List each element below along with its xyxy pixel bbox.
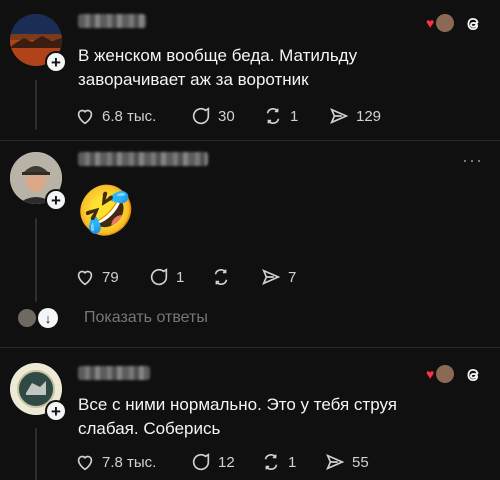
post-badges: ♥ <box>426 14 455 32</box>
comment-button[interactable]: 12 <box>190 451 235 473</box>
divider <box>0 140 500 141</box>
post-text: В женском вообще беда. Матильду заворачи… <box>78 46 358 89</box>
share-button[interactable]: 55 <box>324 451 369 473</box>
comment-count: 1 <box>176 268 185 286</box>
reply-avatar-mini <box>18 309 36 327</box>
send-icon <box>262 268 281 286</box>
like-button[interactable]: 79 <box>74 266 119 288</box>
thread-line <box>35 218 37 302</box>
like-count: 7.8 тыс. <box>102 453 157 471</box>
comment-count: 30 <box>218 107 235 125</box>
emoji-reply: 🤣 <box>76 185 136 238</box>
username-blurred <box>78 14 146 28</box>
divider <box>0 347 500 348</box>
heart-icon <box>77 109 93 125</box>
like-button[interactable]: 6.8 тыс. <box>74 105 156 127</box>
share-count: 7 <box>288 268 297 286</box>
heart-icon <box>77 455 93 471</box>
thread-line <box>35 80 37 130</box>
repost-button[interactable]: 1 <box>260 451 296 473</box>
threads-logo-icon[interactable] <box>462 364 484 391</box>
comment-count: 12 <box>218 453 235 471</box>
show-replies-row[interactable]: ↓ Показать ответы <box>18 308 208 328</box>
repost-button[interactable] <box>210 266 232 288</box>
like-count: 79 <box>102 268 119 286</box>
follow-plus-button[interactable]: + <box>45 400 67 422</box>
share-count: 129 <box>356 107 382 125</box>
repost-button[interactable]: 1 <box>262 105 298 127</box>
threads-logo-icon[interactable] <box>462 13 484 40</box>
like-button[interactable]: 7.8 тыс. <box>74 451 156 473</box>
share-button[interactable]: 7 <box>260 266 296 288</box>
share-button[interactable]: 129 <box>328 105 381 127</box>
repost-icon <box>266 107 280 125</box>
like-count: 6.8 тыс. <box>102 107 157 125</box>
post-badges: ♥ <box>426 365 455 383</box>
send-icon <box>326 453 345 471</box>
author-avatar-mini <box>436 14 455 32</box>
author-avatar-mini <box>436 365 455 383</box>
comment-icon <box>192 453 210 471</box>
heart-liked-icon: ♥ <box>426 15 435 31</box>
repost-count: 1 <box>288 453 297 471</box>
username-blurred <box>78 366 150 380</box>
heart-icon <box>77 270 93 286</box>
repost-icon <box>214 268 228 286</box>
show-replies-label[interactable]: Показать ответы <box>84 309 208 327</box>
comment-icon <box>150 268 168 286</box>
comment-button[interactable]: 1 <box>148 266 184 288</box>
thread-line <box>35 428 37 480</box>
comment-button[interactable]: 30 <box>190 105 235 127</box>
repost-count: 1 <box>290 107 299 125</box>
follow-plus-button[interactable]: + <box>45 189 67 211</box>
arrow-down-icon: ↓ <box>38 308 58 328</box>
heart-liked-icon: ♥ <box>426 366 435 382</box>
username-blurred <box>78 152 208 166</box>
post-text: Все с ними нормально. Это у тебя струя с… <box>78 395 397 438</box>
follow-plus-button[interactable]: + <box>45 51 67 73</box>
comment-icon <box>192 107 210 125</box>
repost-icon <box>264 453 278 471</box>
share-count: 55 <box>352 453 369 471</box>
send-icon <box>330 107 349 125</box>
more-options-icon[interactable]: ··· <box>462 150 483 171</box>
